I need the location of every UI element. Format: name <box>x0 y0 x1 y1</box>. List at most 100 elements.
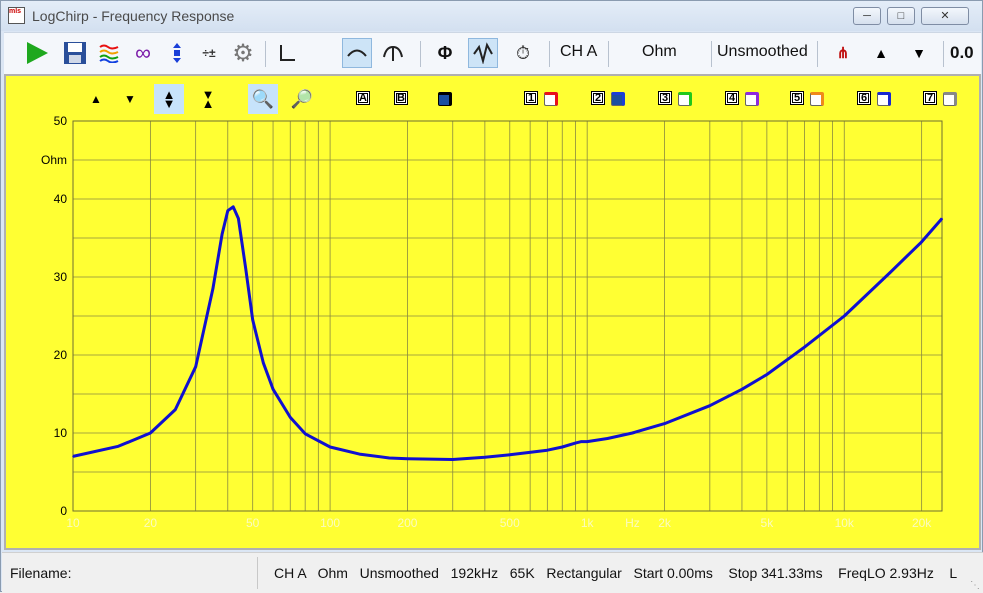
multicolor-lines-icon <box>99 44 119 63</box>
data-point <box>117 445 120 448</box>
app-window: mls LogChirp - Frequency Response ─ □ ✕ … <box>0 0 983 593</box>
floppy-icon <box>64 42 86 64</box>
y-tick-label: 30 <box>54 270 68 284</box>
play-icon <box>27 42 48 64</box>
y-tick-label: 40 <box>54 192 68 206</box>
traces-button[interactable] <box>94 38 124 68</box>
toolbar-separator <box>817 41 818 67</box>
app-icon: mls <box>8 7 25 24</box>
data-point <box>586 440 588 443</box>
window-title: LogChirp - Frequency Response <box>32 8 235 24</box>
status-divider <box>257 557 258 589</box>
data-point <box>237 217 240 220</box>
data-point <box>508 454 511 456</box>
group-delay-button[interactable] <box>468 38 498 68</box>
stopwatch-icon: ⏱ <box>515 42 531 63</box>
data-point <box>212 287 214 290</box>
minimize-button[interactable]: ─ <box>853 7 881 25</box>
math-button[interactable]: ÷± <box>194 38 224 68</box>
data-point <box>388 457 391 459</box>
frequency-curve-icon <box>347 49 367 57</box>
data-point <box>709 404 711 407</box>
step-view-button[interactable] <box>378 38 408 68</box>
measurement-details: CH A Ohm Unsmoothed 192kHz 65K Rectangul… <box>274 565 958 581</box>
data-point <box>941 217 943 220</box>
plot-frame: ▲ ▼ ▲ ▼ ▼ ▲ 🔍 🔎 A B 1234567 50 40 30 20 10 0 Ohm… <box>4 74 981 550</box>
marker-icon <box>173 43 181 63</box>
close-button[interactable]: ✕ <box>921 7 969 25</box>
data-point <box>888 272 891 274</box>
channel-select[interactable]: CH A <box>560 43 597 61</box>
data-point <box>221 233 223 235</box>
x-tick-label: 50 <box>246 516 260 530</box>
toolbar-separator <box>608 41 609 67</box>
data-point <box>920 241 923 243</box>
data-point <box>406 457 409 460</box>
infinity-icon: ∞ <box>135 40 151 65</box>
data-point <box>232 206 235 208</box>
speed-button[interactable]: ⏱ <box>508 38 538 68</box>
waveform-icon <box>473 42 493 64</box>
frequency-response-chart: 50403020100Ohm10 20 50 100 200 500 1k 2k 5k 10k 20… <box>41 114 944 530</box>
step-icon <box>383 45 403 61</box>
data-point <box>72 455 74 458</box>
toolbar-separator <box>711 41 712 67</box>
phi-icon: Φ <box>437 42 453 63</box>
smoothing-select[interactable]: Unsmoothed <box>717 43 808 61</box>
data-point <box>561 446 564 448</box>
phase-button[interactable]: Φ <box>430 38 460 68</box>
increase-button[interactable]: ▲ <box>866 38 896 68</box>
title-bar[interactable]: mls LogChirp - Frequency Response ─ □ ✕ <box>1 1 982 31</box>
data-point <box>262 362 265 364</box>
data-point <box>606 437 609 440</box>
data-point <box>574 442 577 444</box>
data-point <box>272 388 274 391</box>
unit-select[interactable]: Ohm <box>642 43 677 61</box>
app-icon-text: mls <box>9 8 22 15</box>
maximize-button[interactable]: □ <box>887 7 915 25</box>
data-point <box>251 319 254 321</box>
gear-icon: ⚙ <box>232 39 254 67</box>
resize-grip-icon[interactable]: ⋱ <box>970 580 980 591</box>
status-bar: Filename: CH A Ohm Unsmoothed 192kHz 65K… <box>2 552 983 593</box>
close-icon: ✕ <box>940 10 950 22</box>
x-tick-label: 10 <box>66 516 80 530</box>
data-point <box>451 458 454 461</box>
peak-icon: ⋔ <box>836 45 850 62</box>
data-point <box>358 453 361 455</box>
arrow-down-icon: ▼ <box>912 45 926 61</box>
data-point <box>663 422 666 425</box>
plot-area[interactable]: ▲ ▼ ▲ ▼ ▼ ▲ 🔍 🔎 A B 1234567 50 40 30 20 10 0 Ohm… <box>6 76 979 548</box>
data-point <box>843 315 846 317</box>
data-point <box>244 268 247 270</box>
data-point <box>580 440 583 443</box>
toolbar-separator <box>549 41 550 67</box>
loop-button[interactable]: ∞ <box>128 38 158 68</box>
x-tick-label: 500 <box>500 516 520 530</box>
data-point <box>226 209 229 212</box>
decrease-button[interactable]: ▼ <box>904 38 934 68</box>
settings-button[interactable]: ⚙ <box>228 38 258 68</box>
data-point <box>289 416 292 419</box>
impulse-view-button[interactable] <box>272 38 302 68</box>
data-point <box>149 432 152 434</box>
math-icon: ÷± <box>202 46 216 60</box>
data-point <box>546 449 549 451</box>
x-tick-label: 1k <box>581 516 595 530</box>
x-tick-label: 100 <box>320 516 340 530</box>
toolbar-separator <box>420 41 421 67</box>
data-point <box>741 388 743 391</box>
y-tick-label: 20 <box>54 348 68 362</box>
frequency-view-button[interactable] <box>342 38 372 68</box>
peak-button[interactable]: ⋔ <box>828 38 858 68</box>
marker-button[interactable] <box>162 38 192 68</box>
run-button[interactable] <box>22 38 52 68</box>
toolbar-separator <box>265 41 266 67</box>
data-point <box>304 432 306 435</box>
x-tick-label: 20k <box>912 516 932 530</box>
impedance-curve <box>72 205 944 461</box>
y-tick-label: 10 <box>54 426 68 440</box>
data-point <box>194 365 197 368</box>
x-tick-label: 2k <box>658 516 672 530</box>
save-button[interactable] <box>60 38 90 68</box>
